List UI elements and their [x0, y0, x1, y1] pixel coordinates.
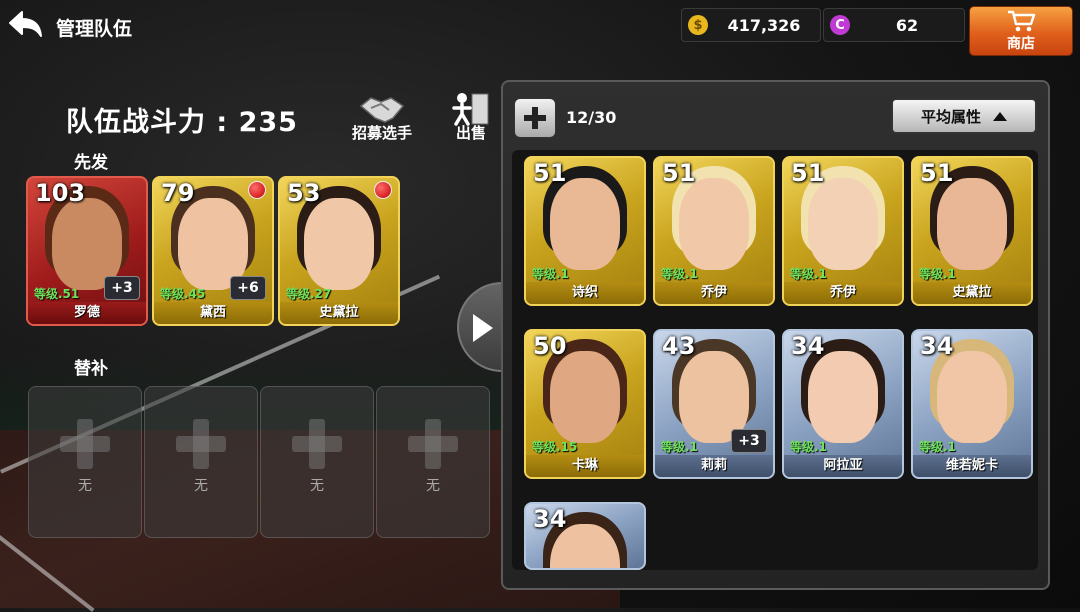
gem-icon: C: [830, 15, 850, 35]
roster-grid: 51 等级.1 诗织 51 等级.1 乔伊 51 等级.1 乔伊 51 等级.1 史黛拉 50 等级.15…: [512, 150, 1038, 570]
player-name: 史黛拉: [913, 282, 1031, 304]
player-card[interactable]: 79 等级.45 黛西 +6: [152, 176, 274, 326]
player-level: 等级.27: [286, 287, 332, 301]
player-portrait: [808, 351, 878, 443]
back-arrow-icon: [9, 11, 42, 37]
plus-icon: [60, 419, 110, 469]
player-card[interactable]: 103 等级.51 罗德 +3: [26, 176, 148, 326]
player-card[interactable]: 53 等级.27 史黛拉: [278, 176, 400, 326]
sub-slot-empty[interactable]: 无: [144, 386, 258, 538]
player-rating: 51: [533, 159, 567, 187]
player-level: 等级.1: [790, 440, 827, 454]
player-level: 等级.1: [661, 267, 698, 281]
player-portrait: [550, 351, 620, 443]
sell-button[interactable]: 出售: [450, 90, 492, 143]
sub-slot-label: 无: [310, 478, 324, 494]
upgrade-badge: +3: [104, 276, 140, 300]
player-rating: 34: [533, 505, 567, 533]
player-card[interactable]: 51 等级.1 诗织: [524, 156, 646, 306]
page-title: 管理队伍: [56, 18, 133, 40]
player-name: 莉莉: [655, 455, 773, 477]
player-level: 等级.1: [919, 440, 956, 454]
upgrade-badge: +6: [230, 276, 266, 300]
player-level: 等级.45: [160, 287, 206, 301]
player-portrait: [808, 178, 878, 270]
player-name: 卡琳: [526, 455, 644, 477]
player-portrait: [937, 351, 1007, 443]
player-name: 阿拉亚: [784, 455, 902, 477]
handshake-icon: [359, 97, 405, 123]
gem-balance: C 62: [823, 8, 965, 42]
player-card[interactable]: 51 等级.1 乔伊: [782, 156, 904, 306]
gold-value: 417,326: [727, 15, 801, 35]
plus-icon: [408, 419, 458, 469]
sub-slot-empty[interactable]: 无: [28, 386, 142, 538]
player-card[interactable]: 34: [524, 502, 646, 570]
player-rating: 51: [791, 159, 825, 187]
alert-dot-icon: [248, 181, 266, 199]
sell-label: 出售: [455, 124, 486, 142]
player-level: 等级.51: [34, 287, 80, 301]
caret-up-icon: [993, 111, 1007, 121]
sort-label: 平均属性: [920, 107, 981, 126]
cart-icon: [1008, 10, 1036, 31]
roster-count: 12/30: [566, 108, 617, 127]
plus-icon: [292, 419, 342, 469]
player-portrait: [937, 178, 1007, 270]
player-name: 乔伊: [784, 282, 902, 304]
back-button[interactable]: [8, 6, 48, 44]
player-level: 等级.1: [919, 267, 956, 281]
player-rating: 51: [662, 159, 696, 187]
player-level: 等级.1: [790, 267, 827, 281]
player-portrait: [679, 178, 749, 270]
player-rating: 43: [662, 332, 696, 360]
player-portrait: [550, 178, 620, 270]
sub-slot-label: 无: [426, 478, 440, 494]
player-name: 诗织: [526, 282, 644, 304]
player-rating: 79: [161, 179, 195, 207]
sort-dropdown[interactable]: 平均属性: [891, 98, 1037, 134]
upgrade-badge: +3: [731, 429, 767, 453]
player-level: 等级.1: [532, 267, 569, 281]
player-card[interactable]: 43 等级.1 莉莉 +3: [653, 329, 775, 479]
starters-label: 先发: [74, 153, 108, 173]
recruit-button[interactable]: 招募选手: [352, 92, 412, 143]
subs-label: 替补: [74, 359, 108, 379]
gold-balance: $ 417,326: [681, 8, 821, 42]
player-card[interactable]: 51 等级.1 乔伊: [653, 156, 775, 306]
player-rating: 34: [920, 332, 954, 360]
plus-icon: [176, 419, 226, 469]
player-rating: 34: [791, 332, 825, 360]
player-rating: 53: [287, 179, 321, 207]
player-name: 维若妮卡: [913, 455, 1031, 477]
play-arrow-icon: [473, 314, 493, 342]
player-portrait: [304, 198, 374, 290]
shop-button[interactable]: 商店: [969, 6, 1073, 56]
player-card[interactable]: 51 等级.1 史黛拉: [911, 156, 1033, 306]
player-rating: 103: [35, 179, 86, 207]
player-card[interactable]: 50 等级.15 卡琳: [524, 329, 646, 479]
player-level: 等级.1: [661, 440, 698, 454]
sub-slot-empty[interactable]: 无: [376, 386, 490, 538]
gem-value: 62: [895, 15, 919, 35]
recruit-label: 招募选手: [352, 124, 413, 142]
team-power: 队伍战斗力 : 235: [66, 107, 298, 138]
alert-dot-icon: [374, 181, 392, 199]
player-name: 黛西: [154, 302, 272, 324]
player-rating: 50: [533, 332, 567, 360]
shop-label: 商店: [1007, 35, 1035, 52]
player-level: 等级.15: [532, 440, 578, 454]
player-card[interactable]: 34 等级.1 阿拉亚: [782, 329, 904, 479]
sub-slot-label: 无: [78, 478, 92, 494]
exit-person-icon: [452, 93, 489, 126]
expand-roster-button[interactable]: [514, 98, 556, 138]
player-name: 罗德: [28, 302, 146, 324]
sub-slot-empty[interactable]: 无: [260, 386, 374, 538]
player-name: 史黛拉: [280, 302, 398, 324]
player-name: 乔伊: [655, 282, 773, 304]
player-card[interactable]: 34 等级.1 维若妮卡: [911, 329, 1033, 479]
sub-slot-label: 无: [194, 478, 208, 494]
coin-icon: $: [688, 15, 708, 35]
player-rating: 51: [920, 159, 954, 187]
